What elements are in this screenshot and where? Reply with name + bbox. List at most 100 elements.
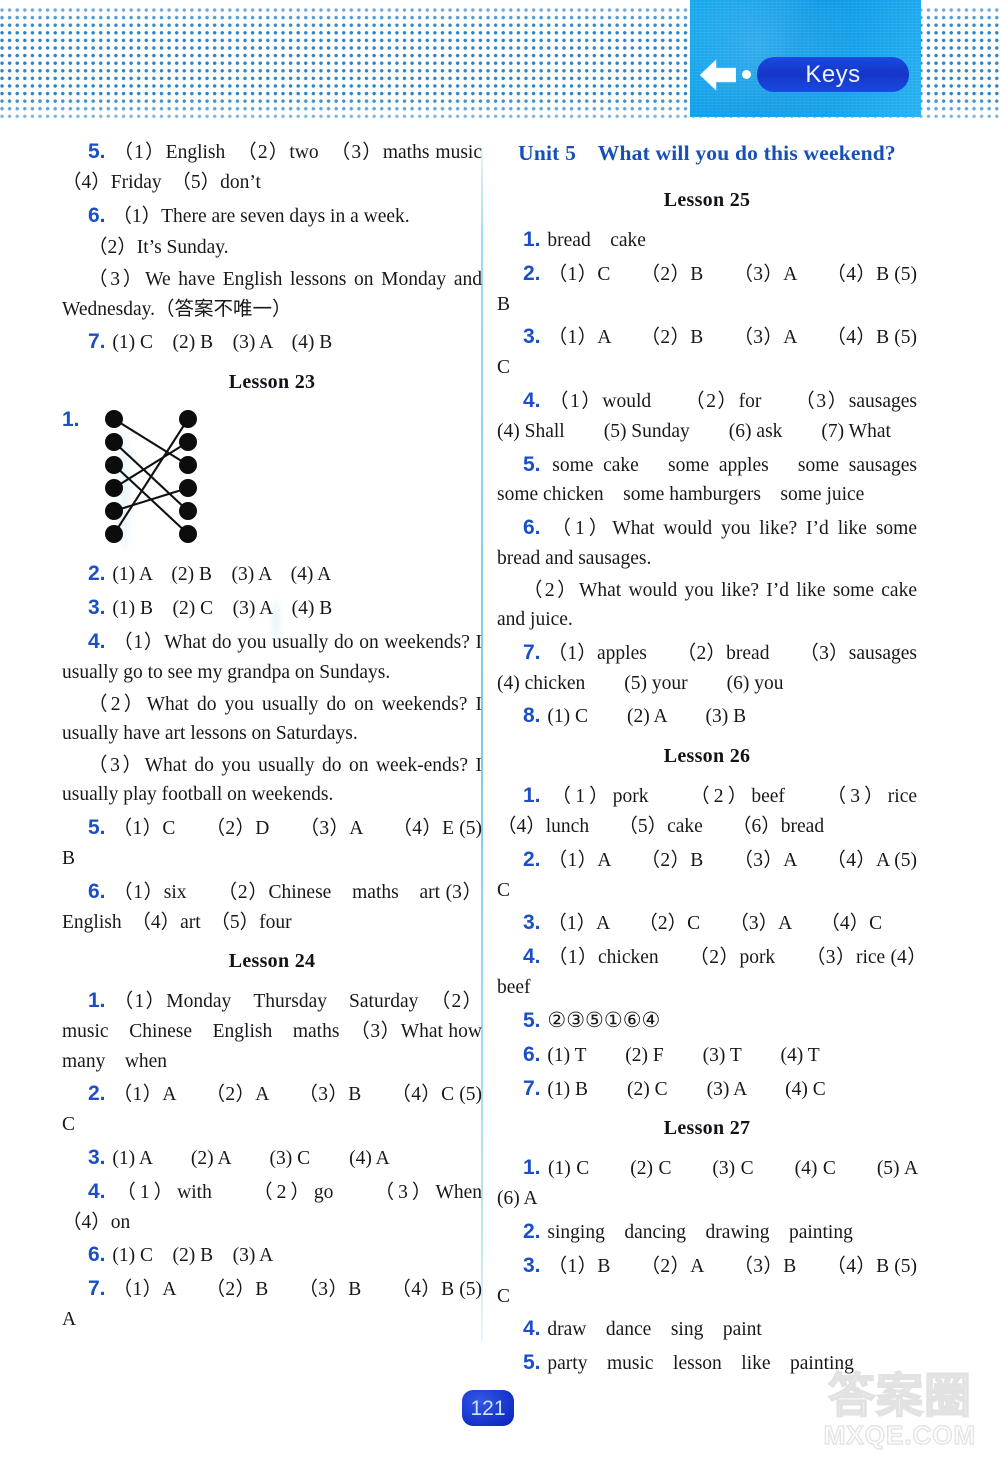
item-number: 3. [88,1145,106,1169]
answer-item: 1. (1) C (2) C (3) C (4) C (5) A (6) A [497,1152,956,1214]
item-number: 7. [523,640,541,664]
answer-item: 5. party music lesson like painting [497,1347,917,1379]
answer-item: （2）What do you usually do on weekends? I… [62,690,482,749]
lesson-heading: Lesson 26 [663,745,751,768]
item-number: 6. [88,879,106,903]
item-text: （1）Monday Thursday Saturday （2）music Chi… [62,991,483,1072]
item-number: 7. [88,330,106,354]
item-text: （2）What would you like? I’d like some ca… [497,579,917,631]
answer-item: 6. （1）What would you like? I’d like some… [497,512,917,574]
answer-item: 2. （1）A （2）A （3）B （4）C (5) C [62,1078,482,1140]
item-number: 5. [88,816,106,840]
left-answer-column: 5. （1）English （2）two （3）maths music （4）F… [62,136,521,1337]
item-number: 2. [523,261,541,285]
item-text: （1）with （2）go （3）When （4）on [62,1181,522,1233]
match-lines-diagram [105,410,197,544]
answer-item: 6. (1) T (2) F (3) T (4) T [497,1039,917,1071]
right-answer-column: Unit 5 What will you do this weekend? Le… [497,136,956,1381]
item-text: singing dancing drawing painting [547,1222,853,1243]
answer-item: 7. （1）A （2）B （3）B （4）B (5) A [62,1273,482,1335]
item-number: 1. [523,784,541,808]
answer-item: 1. （1）Monday Thursday Saturday （2）music … [62,985,482,1076]
item-text: （1）A （2）B （3）A （4）A (5) C [497,849,918,901]
unit-title: Unit 5 What will you do this weekend? [518,141,896,165]
item-text: （1）B （2）A （3）B （4）B (5) C [497,1255,918,1307]
item-number: 2. [523,847,541,871]
item-text: party music lesson like painting [547,1353,854,1375]
answer-item: 4. draw dance sing paint [497,1313,917,1345]
answer-item: 4. （1）What do you usually do on weekends… [62,626,482,688]
item-text: （1）chicken （2）pork （3）rice (4）beef [497,947,918,999]
answer-item: 2. (1) A (2) B (3) A (4) A [62,558,482,590]
item-number: 5. [523,1008,541,1032]
item-text: （1）pork （2）beef （3）rice （4）lunch （5）cake… [497,786,957,838]
left-arrow-icon[interactable] [700,58,736,92]
answer-item: 3. （1）B （2）A （3）B （4）B (5) C [497,1250,917,1312]
item-text: （1）apples （2）bread （3）sausages (4) chick… [497,642,917,694]
answer-item: 3. (1) A (2) A (3) C (4) A [62,1142,482,1174]
answer-key-page: Keys 5. （1）English （2）two （3）maths music… [0,0,1000,1465]
lesson-heading: Lesson 24 [228,950,316,973]
answer-item: 4. （1）with （2）go （3）When （4）on [62,1176,521,1238]
item-number: 4. [523,1317,541,1341]
answer-item: 4. （1）chicken （2）pork （3）rice (4）beef [497,941,917,1003]
match-exercise: 1. [62,406,482,552]
lesson-heading: Lesson 27 [663,1117,751,1140]
item-text: (1) C (2) C (3) C (4) C (5) A (6) A [497,1158,957,1210]
answer-item: （3）We have English lessons on Monday and… [62,265,482,324]
answer-item: 2. singing dancing drawing painting [497,1216,917,1248]
answer-item: （2）It’s Sunday. [62,233,482,263]
item-number: 6. [88,203,106,227]
item-text: （2）What do you usually do on weekends? I… [62,693,482,745]
item-number: 4. [88,1179,106,1203]
item-text: (1) B (2) C (3) A (4) C [547,1078,826,1100]
item-text: （1）A （2）A （3）B （4）C (5) C [62,1084,483,1136]
answer-item: 5. （1）C （2）D （3）A （4）E (5) B [62,812,482,874]
answer-item: 5. ②③⑤①⑥④ [497,1005,917,1037]
answer-item: 7. (1) B (2) C (3) A (4) C [497,1073,917,1105]
arrow-dot-icon [742,70,751,79]
item-text: （3）What do you usually do on week-ends? … [62,754,482,806]
item-text: ②③⑤①⑥④ [547,1007,661,1032]
answer-item: 8. (1) C (2) A (3) B [497,700,917,732]
answer-item: 7. （1）apples （2）bread （3）sausages (4) ch… [497,637,917,699]
answer-item: 2. （1）C （2）B （3）A （4）B (5) B [497,258,917,320]
item-text: (1) C (2) A (3) B [547,706,747,728]
answer-item: 2. （1）A （2）B （3）A （4）A (5) C [497,844,917,906]
item-text: （1）A （2）B （3）A （4）B (5) C [497,327,918,379]
page-number-label: 121 [470,1396,506,1420]
item-text: （1）six （2）Chinese maths art (3）English （… [62,881,483,933]
answer-item: 5. （1）English （2）two （3）maths music （4）F… [62,136,502,198]
watermark-domain: MXQE.COM [823,1420,977,1451]
item-text: (1) T (2) F (3) T (4) T [547,1044,820,1066]
item-text: some cake some apples some sausages some… [497,454,917,506]
item-number: 2. [523,1220,541,1243]
item-text: (1) C (2) B (3) A [112,1245,274,1267]
item-number: 1. [523,228,541,251]
item-text: （1）What would you like? I’d like some br… [497,518,918,569]
item-number: 1. [62,408,80,432]
keys-label: Keys [805,60,861,88]
item-number: 1. [88,989,106,1013]
item-number: 2. [88,1082,106,1106]
item-text: （3）We have English lessons on Monday and… [62,269,482,320]
item-text: draw dance sing paint [547,1319,762,1341]
answer-item: 3. (1) B (2) C (3) A (4) B [62,592,482,624]
item-number: 4. [88,630,106,654]
answer-item: 7. (1) C (2) B (3) A (4) B [62,326,482,358]
item-text: （1）C （2）D （3）A （4）E (5) B [62,818,483,869]
item-text: （1）C （2）B （3）A （4）B (5) B [497,263,918,315]
keys-button[interactable]: Keys [757,57,909,92]
answer-item: 1. （1）pork （2）beef （3）rice （4）lunch （5）c… [497,780,956,842]
item-number: 6. [523,516,541,540]
item-text: （1）would （2）for （3）sausages (4) Shall (5… [497,390,918,442]
item-text: (1) B (2) C (3) A (4) B [112,598,333,620]
item-number: 6. [523,1042,541,1066]
item-text: （1）A （2）B （3）B （4）B (5) A [62,1279,483,1331]
item-number: 1. [523,1156,541,1180]
item-number: 7. [88,1277,106,1301]
page-number-badge: 121 [462,1390,514,1426]
item-number: 8. [523,704,541,728]
item-text: （1）What do you usually do on weekends? I… [62,632,483,683]
item-number: 3. [523,911,541,935]
